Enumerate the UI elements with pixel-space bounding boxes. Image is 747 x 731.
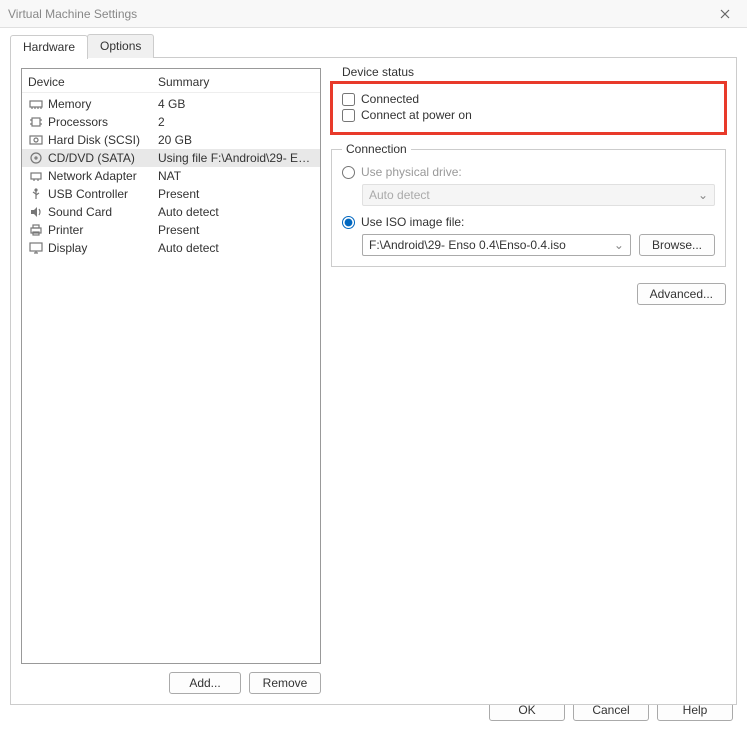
browse-button[interactable]: Browse...	[639, 234, 715, 256]
chevron-down-icon: ⌄	[614, 238, 624, 252]
iso-label: Use ISO image file:	[361, 215, 464, 229]
table-row[interactable]: CD/DVD (SATA) Using file F:\Android\29- …	[22, 149, 320, 167]
device-status-group: Device status Connected Connect at power…	[331, 82, 726, 134]
device-name: Memory	[48, 97, 158, 111]
device-name: Hard Disk (SCSI)	[48, 133, 158, 147]
iso-radio[interactable]	[342, 216, 355, 229]
connection-legend: Connection	[342, 142, 411, 156]
left-buttons: Add... Remove	[21, 672, 321, 694]
device-summary: 2	[158, 115, 314, 129]
advanced-button[interactable]: Advanced...	[637, 283, 726, 305]
tab-options[interactable]: Options	[87, 34, 154, 58]
physical-drive-label: Use physical drive:	[361, 165, 462, 179]
add-button[interactable]: Add...	[169, 672, 241, 694]
table-row[interactable]: Processors 2	[22, 113, 320, 131]
connection-group: Connection Use physical drive: Auto dete…	[331, 142, 726, 267]
tab-panel-hardware: Device Summary Memory 4 GB Processors 2	[10, 57, 737, 705]
table-row[interactable]: Printer Present	[22, 221, 320, 239]
table-row[interactable]: USB Controller Present	[22, 185, 320, 203]
iso-path-combo[interactable]: F:\Android\29- Enso 0.4\Enso-0.4.iso ⌄	[362, 234, 631, 256]
printer-icon	[28, 223, 44, 237]
titlebar: Virtual Machine Settings	[0, 0, 747, 28]
device-table-header: Device Summary	[22, 69, 320, 93]
device-name: Network Adapter	[48, 169, 158, 183]
iso-radio-row[interactable]: Use ISO image file:	[342, 214, 715, 230]
device-summary: Auto detect	[158, 205, 314, 219]
memory-icon	[28, 97, 44, 111]
table-row[interactable]: Display Auto detect	[22, 239, 320, 257]
connected-checkbox[interactable]	[342, 93, 355, 106]
device-name: Sound Card	[48, 205, 158, 219]
header-summary[interactable]: Summary	[158, 75, 209, 89]
device-summary: NAT	[158, 169, 314, 183]
content: Hardware Options Device Summary Memory 4…	[0, 28, 747, 715]
physical-drive-radio-row[interactable]: Use physical drive:	[342, 164, 715, 180]
table-row[interactable]: Sound Card Auto detect	[22, 203, 320, 221]
right-column: Device status Connected Connect at power…	[331, 68, 726, 694]
display-icon	[28, 241, 44, 255]
tab-hardware[interactable]: Hardware	[10, 35, 88, 59]
hdd-icon	[28, 133, 44, 147]
usb-icon	[28, 187, 44, 201]
iso-path-value: F:\Android\29- Enso 0.4\Enso-0.4.iso	[369, 238, 566, 252]
device-name: Printer	[48, 223, 158, 237]
device-summary: Using file F:\Android\29- Ens...	[158, 151, 314, 165]
physical-drive-combo: Auto detect ⌄	[362, 184, 715, 206]
table-row[interactable]: Network Adapter NAT	[22, 167, 320, 185]
table-row[interactable]: Memory 4 GB	[22, 95, 320, 113]
device-summary: Auto detect	[158, 241, 314, 255]
window-title: Virtual Machine Settings	[8, 7, 711, 21]
device-name: USB Controller	[48, 187, 158, 201]
connected-label: Connected	[361, 92, 419, 106]
cpu-icon	[28, 115, 44, 129]
device-summary: Present	[158, 223, 314, 237]
device-status-legend: Device status	[338, 65, 418, 79]
chevron-down-icon: ⌄	[698, 188, 708, 202]
connected-checkbox-row[interactable]: Connected	[342, 91, 715, 107]
left-column: Device Summary Memory 4 GB Processors 2	[21, 68, 321, 694]
header-device[interactable]: Device	[28, 75, 158, 89]
disc-icon	[28, 151, 44, 165]
physical-drive-value: Auto detect	[369, 188, 430, 202]
device-summary: 4 GB	[158, 97, 314, 111]
sound-icon	[28, 205, 44, 219]
poweron-checkbox-row[interactable]: Connect at power on	[342, 107, 715, 123]
remove-button[interactable]: Remove	[249, 672, 321, 694]
device-name: Processors	[48, 115, 158, 129]
table-row[interactable]: Hard Disk (SCSI) 20 GB	[22, 131, 320, 149]
device-table: Device Summary Memory 4 GB Processors 2	[21, 68, 321, 664]
device-summary: Present	[158, 187, 314, 201]
close-icon[interactable]	[711, 4, 739, 24]
physical-drive-radio[interactable]	[342, 166, 355, 179]
advanced-row: Advanced...	[331, 283, 726, 305]
network-icon	[28, 169, 44, 183]
device-name: Display	[48, 241, 158, 255]
poweron-label: Connect at power on	[361, 108, 472, 122]
poweron-checkbox[interactable]	[342, 109, 355, 122]
tabs: Hardware Options	[10, 34, 737, 58]
device-name: CD/DVD (SATA)	[48, 151, 158, 165]
device-summary: 20 GB	[158, 133, 314, 147]
